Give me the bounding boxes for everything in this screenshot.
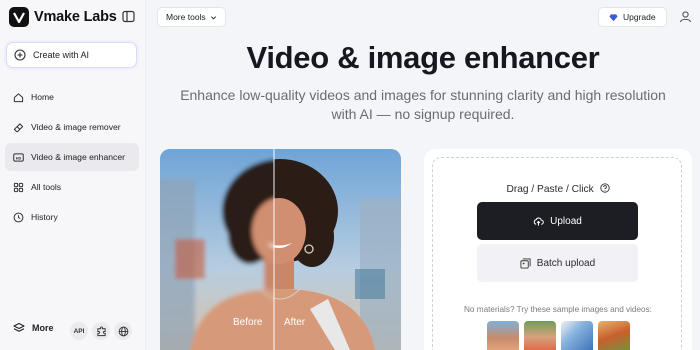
after-label: After: [284, 317, 306, 328]
sidebar-item-enhancer[interactable]: HD Video & image enhancer: [5, 143, 139, 171]
sample-thumbnail[interactable]: [524, 321, 556, 350]
before-after-preview[interactable]: Before After: [160, 149, 401, 350]
sidebar-item-home[interactable]: Home: [5, 83, 139, 111]
sidebar-item-label: Video & image remover: [31, 122, 121, 132]
discord-button[interactable]: [92, 322, 110, 340]
before-label: Before: [233, 317, 263, 328]
home-icon: [13, 92, 24, 102]
sidebar-item-label: All tools: [31, 182, 62, 192]
more-label: More: [32, 323, 54, 333]
batch-upload-button[interactable]: Batch upload: [477, 244, 638, 282]
user-icon[interactable]: [679, 10, 692, 23]
sidebar-item-history[interactable]: History: [5, 203, 139, 231]
create-with-ai-label: Create with AI: [33, 50, 90, 60]
more-tools-label: More tools: [166, 12, 206, 22]
more-menu[interactable]: More: [13, 322, 54, 334]
batch-upload-label: Batch upload: [536, 257, 596, 269]
batch-images-icon: [520, 257, 531, 269]
eraser-icon: [13, 122, 24, 132]
upload-panel: Drag / Paste / Click Upload Batch upload…: [424, 149, 692, 350]
page-subtitle: Enhance low-quality videos and images fo…: [180, 87, 666, 122]
drag-paste-click: Drag / Paste / Click: [424, 183, 692, 195]
sidebar-collapse-icon[interactable]: [122, 10, 135, 23]
create-with-ai-button[interactable]: Create with AI: [6, 42, 137, 68]
drag-text: Drag / Paste / Click: [506, 184, 594, 195]
sample-thumbnail[interactable]: [487, 321, 519, 350]
svg-text:HD: HD: [16, 156, 22, 160]
brand[interactable]: Vmake Labs: [9, 7, 117, 27]
vmake-logo-icon: [9, 7, 29, 27]
api-label: API: [73, 327, 85, 335]
sidebar: Vmake Labs Create with AI Home Video & i…: [0, 0, 146, 350]
clock-icon: [13, 212, 24, 222]
puzzle-icon: [96, 325, 106, 336]
page-title: Video & image enhancer: [246, 40, 600, 75]
language-button[interactable]: [114, 322, 132, 340]
layers-icon: [13, 322, 25, 332]
help-icon[interactable]: [599, 183, 610, 193]
sidebar-item-all-tools[interactable]: All tools: [5, 173, 139, 201]
hd-icon: HD: [13, 152, 24, 162]
chevron-down-icon: [210, 15, 216, 19]
portrait-image: [160, 149, 401, 350]
cloud-upload-icon: [533, 217, 544, 226]
upgrade-button[interactable]: Upgrade: [598, 7, 667, 27]
samples-label: No materials? Try these sample images an…: [464, 305, 652, 314]
upload-label: Upload: [550, 215, 582, 227]
diamond-icon: [609, 13, 618, 21]
globe-icon: [118, 326, 128, 336]
api-button[interactable]: API: [70, 322, 88, 340]
brand-name: Vmake Labs: [34, 9, 117, 25]
sidebar-item-remover[interactable]: Video & image remover: [5, 113, 139, 141]
sidebar-item-label: Home: [31, 92, 54, 102]
upgrade-label: Upgrade: [623, 12, 656, 22]
sample-thumbnail[interactable]: [598, 321, 630, 350]
plus-circle-icon: [14, 49, 26, 61]
sidebar-item-label: Video & image enhancer: [31, 152, 125, 162]
more-tools-dropdown[interactable]: More tools: [157, 7, 226, 27]
upload-button[interactable]: Upload: [477, 202, 638, 240]
sample-thumbnail[interactable]: [561, 321, 593, 350]
grid-icon: [13, 182, 24, 192]
sidebar-item-label: History: [31, 212, 58, 222]
main-content: More tools Upgrade Video & image enhance…: [146, 0, 700, 350]
